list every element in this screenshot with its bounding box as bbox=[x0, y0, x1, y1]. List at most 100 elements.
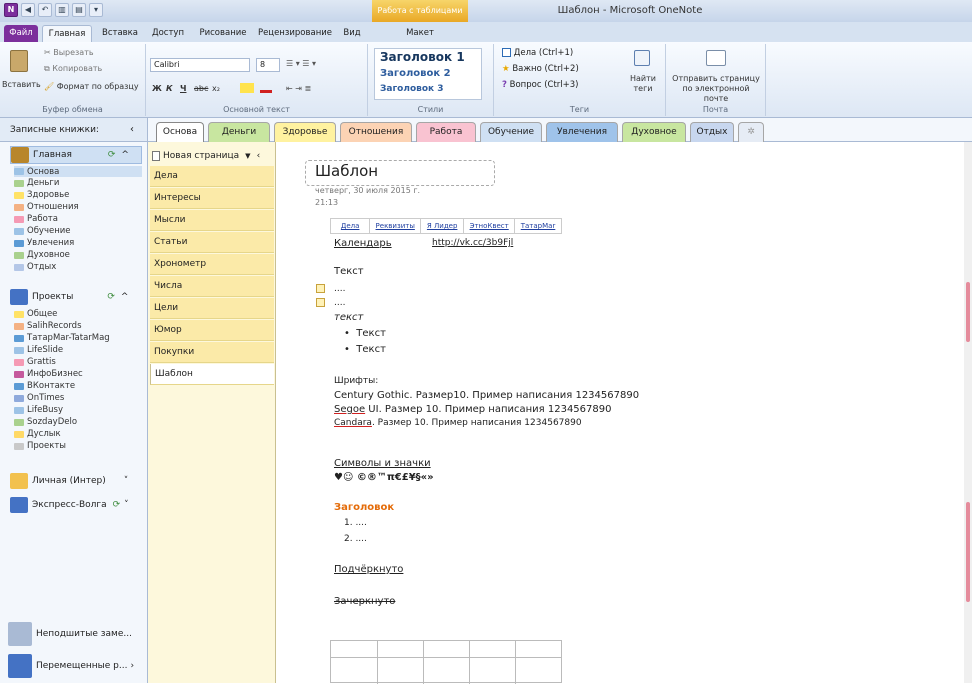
section-uvlecheniya[interactable]: Увлечения bbox=[14, 238, 74, 248]
fullpage-icon[interactable]: ▤ bbox=[72, 3, 86, 17]
section-rabota[interactable]: Работа bbox=[14, 214, 58, 224]
bullet-item-2[interactable]: • Текст bbox=[344, 344, 386, 355]
unfiled-notes-button[interactable]: Неподшитые заме... bbox=[8, 622, 132, 646]
page-item[interactable]: Дела bbox=[150, 166, 274, 187]
tab-share[interactable]: Доступ bbox=[146, 25, 190, 42]
page-item[interactable]: Цели bbox=[150, 298, 274, 319]
indent-buttons[interactable]: ⇤ ⇥ ≣ bbox=[286, 84, 311, 93]
tab-draw[interactable]: Рисование bbox=[194, 25, 252, 42]
expand-icon[interactable]: ˅ bbox=[124, 476, 129, 486]
section-zdorovie[interactable]: Здоровье bbox=[14, 190, 69, 200]
email-page-button[interactable]: Отправить страницу по электронной почте bbox=[670, 74, 762, 104]
link-dela[interactable]: Дела bbox=[331, 219, 371, 233]
vk-url-link[interactable]: http://vk.cc/3b9Fjl bbox=[432, 238, 513, 248]
tab-review[interactable]: Рецензирование bbox=[254, 25, 336, 42]
section-vkontakte[interactable]: ВКонтакте bbox=[14, 381, 75, 391]
find-tags-icon[interactable] bbox=[634, 50, 650, 66]
font-color-icon[interactable] bbox=[260, 83, 272, 93]
style-heading3[interactable]: Заголовок 3 bbox=[380, 84, 444, 94]
page-item[interactable]: Юмор bbox=[150, 320, 274, 341]
page-item[interactable]: Статьи bbox=[150, 232, 274, 253]
tab-view[interactable]: Вид bbox=[338, 25, 366, 42]
tab-section-obuchenie[interactable]: Обучение bbox=[480, 122, 542, 142]
tag-important[interactable]: ★ Важно (Ctrl+2) bbox=[502, 64, 579, 74]
tab-section-uvlecheniya[interactable]: Увлечения bbox=[546, 122, 618, 142]
section-otnosheniya[interactable]: Отношения bbox=[14, 202, 79, 212]
tab-section-zdorovie[interactable]: Здоровье bbox=[274, 122, 336, 142]
back-icon[interactable]: ◀ bbox=[21, 3, 35, 17]
list-buttons[interactable]: ☰ ▾ ☰ ▾ bbox=[286, 59, 316, 68]
empty-table[interactable] bbox=[330, 640, 562, 684]
todo-item-1[interactable]: .... bbox=[316, 284, 345, 294]
todo-item-2[interactable]: .... bbox=[316, 298, 345, 308]
section-salihrecords[interactable]: SalihRecords bbox=[14, 321, 82, 331]
section-lifeslide[interactable]: LifeSlide bbox=[14, 345, 63, 355]
section-otdyh[interactable]: Отдых bbox=[14, 262, 56, 272]
section-infobiznes[interactable]: ИнфоБизнес bbox=[14, 369, 83, 379]
dock-icon[interactable]: ▥ bbox=[55, 3, 69, 17]
new-page-button[interactable]: Новая страница ▼ ‹ bbox=[152, 148, 272, 164]
collapse-icon[interactable]: ^ bbox=[121, 292, 129, 302]
todo-checkbox-icon[interactable] bbox=[316, 298, 325, 307]
section-obuchenie[interactable]: Обучение bbox=[14, 226, 71, 236]
heading-orange[interactable]: Заголовок bbox=[334, 502, 394, 513]
strikethrough-text[interactable]: Зачеркнуто bbox=[334, 596, 395, 607]
page-item[interactable]: Хронометр bbox=[150, 254, 274, 275]
style-heading1[interactable]: Заголовок 1 bbox=[380, 50, 465, 64]
underlined-text[interactable]: Подчёркнуто bbox=[334, 564, 403, 575]
link-ya-lider[interactable]: Я Лидер bbox=[421, 219, 465, 233]
vertical-scrollbar[interactable] bbox=[964, 142, 972, 683]
expand-icon[interactable]: ˅ bbox=[124, 500, 129, 510]
undo-icon[interactable]: ↶ bbox=[38, 3, 52, 17]
collapse-icon[interactable]: ^ bbox=[121, 150, 129, 160]
numbered-item-1[interactable]: 1. .... bbox=[344, 518, 367, 528]
tab-file[interactable]: Файл bbox=[4, 25, 38, 42]
notebook-lichnaya[interactable]: Личная (Интер) ˅ bbox=[10, 472, 142, 490]
highlight-icon[interactable] bbox=[240, 83, 254, 93]
calendar-link[interactable]: Календарь bbox=[334, 238, 392, 249]
italic-text[interactable]: текст bbox=[334, 312, 363, 323]
section-ontimes[interactable]: OnTimes bbox=[14, 393, 64, 403]
style-heading2[interactable]: Заголовок 2 bbox=[380, 68, 451, 79]
page-item[interactable]: Числа bbox=[150, 276, 274, 297]
strikethrough-button[interactable]: abc bbox=[194, 84, 208, 93]
symbols-line[interactable]: ♥☺ ©®™π€£¥§«» bbox=[334, 472, 434, 483]
tab-section-otdyh[interactable]: Отдых bbox=[690, 122, 734, 142]
paste-button[interactable]: Вставить bbox=[2, 80, 41, 89]
notebook-ekspress-volga[interactable]: Экспресс-Волга ⟳ ˅ bbox=[10, 496, 142, 514]
tag-todo[interactable]: Дела (Ctrl+1) bbox=[502, 48, 573, 58]
numbered-item-2[interactable]: 2. .... bbox=[344, 534, 367, 544]
subscript-button[interactable]: x₂ bbox=[212, 84, 220, 93]
link-tatarmag[interactable]: ТатарMar bbox=[515, 219, 561, 233]
tab-section-otnosheniya[interactable]: Отношения bbox=[340, 122, 412, 142]
todo-checkbox-icon[interactable] bbox=[316, 284, 325, 293]
tab-section-rabota[interactable]: Работа bbox=[416, 122, 476, 142]
tab-insert[interactable]: Вставка bbox=[96, 25, 144, 42]
dropdown-arrow-icon[interactable]: ▼ bbox=[245, 152, 250, 160]
notebook-proekty[interactable]: Проекты ⟳ ^ bbox=[10, 288, 142, 306]
misplaced-sections-button[interactable]: Перемещенные р... › bbox=[8, 654, 134, 678]
bold-button[interactable]: Ж bbox=[152, 84, 162, 93]
format-painter-button[interactable]: 🖌 Формат по образцу bbox=[44, 82, 139, 91]
page-item[interactable]: Покупки bbox=[150, 342, 274, 363]
section-tatarmag[interactable]: ТатарMar-TatarMag bbox=[14, 333, 110, 343]
email-page-icon[interactable] bbox=[706, 50, 726, 66]
italic-button[interactable]: К bbox=[166, 84, 173, 93]
page-title[interactable]: Шаблон bbox=[315, 162, 378, 180]
section-osnova[interactable]: Основа bbox=[14, 166, 142, 177]
section-grattis[interactable]: Grattis bbox=[14, 357, 56, 367]
underline-button[interactable]: Ч bbox=[180, 84, 186, 93]
tab-layout[interactable]: Макет bbox=[390, 25, 450, 42]
font-sample-segoe[interactable]: Segoe UI. Размер 10. Пример написания 12… bbox=[334, 404, 611, 415]
page-item-selected[interactable]: Шаблон bbox=[150, 364, 274, 385]
section-proekty[interactable]: Проекты bbox=[14, 441, 66, 451]
paste-icon[interactable] bbox=[10, 50, 28, 72]
section-sozdaydelo[interactable]: SozdayDelo bbox=[14, 417, 77, 427]
find-tags-button[interactable]: Найти теги bbox=[630, 74, 656, 94]
page-item[interactable]: Интересы bbox=[150, 188, 274, 209]
section-duhovnoe[interactable]: Духовное bbox=[14, 250, 70, 260]
fonts-label[interactable]: Шрифты: bbox=[334, 376, 378, 386]
new-section-tab[interactable]: ✲ bbox=[738, 122, 764, 142]
text-heading[interactable]: Текст bbox=[334, 266, 364, 277]
font-size-select[interactable]: 8 bbox=[256, 58, 280, 72]
